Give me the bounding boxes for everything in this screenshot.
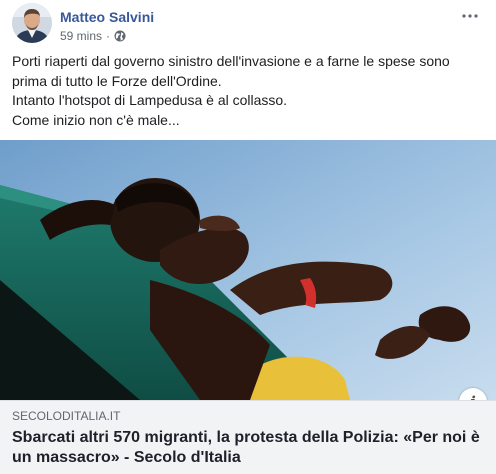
more-options-icon[interactable] bbox=[460, 9, 480, 23]
post-text-line: Intanto l'hotspot di Lampedusa è al coll… bbox=[12, 92, 288, 108]
post-text-line: prima di tutto le Forze dell'Ordine. bbox=[12, 72, 222, 89]
link-preview-image[interactable] bbox=[0, 140, 496, 400]
post-meta: 59 mins · bbox=[60, 29, 126, 43]
globe-icon[interactable] bbox=[114, 30, 126, 42]
post-header: Matteo Salvini 59 mins · bbox=[12, 3, 484, 47]
link-domain: SECOLODITALIA.IT bbox=[12, 409, 121, 423]
post-timestamp[interactable]: 59 mins bbox=[60, 29, 102, 43]
post-text-line: Porti riaperti dal governo sinistro dell… bbox=[12, 53, 450, 69]
facebook-post: Matteo Salvini 59 mins · Porti riaperti … bbox=[0, 0, 496, 474]
avatar-image bbox=[12, 3, 52, 43]
post-text: Porti riaperti dal governo sinistro dell… bbox=[12, 52, 482, 130]
author-name[interactable]: Matteo Salvini bbox=[60, 9, 154, 25]
meta-separator: · bbox=[106, 29, 111, 43]
post-text-line: Come inizio non c'è male... bbox=[12, 111, 180, 128]
link-preview-box[interactable]: SECOLODITALIA.IT Sbarcati altri 570 migr… bbox=[0, 400, 496, 474]
link-title[interactable]: Sbarcati altri 570 migranti, la protesta… bbox=[12, 428, 490, 468]
author-avatar[interactable] bbox=[12, 3, 52, 43]
